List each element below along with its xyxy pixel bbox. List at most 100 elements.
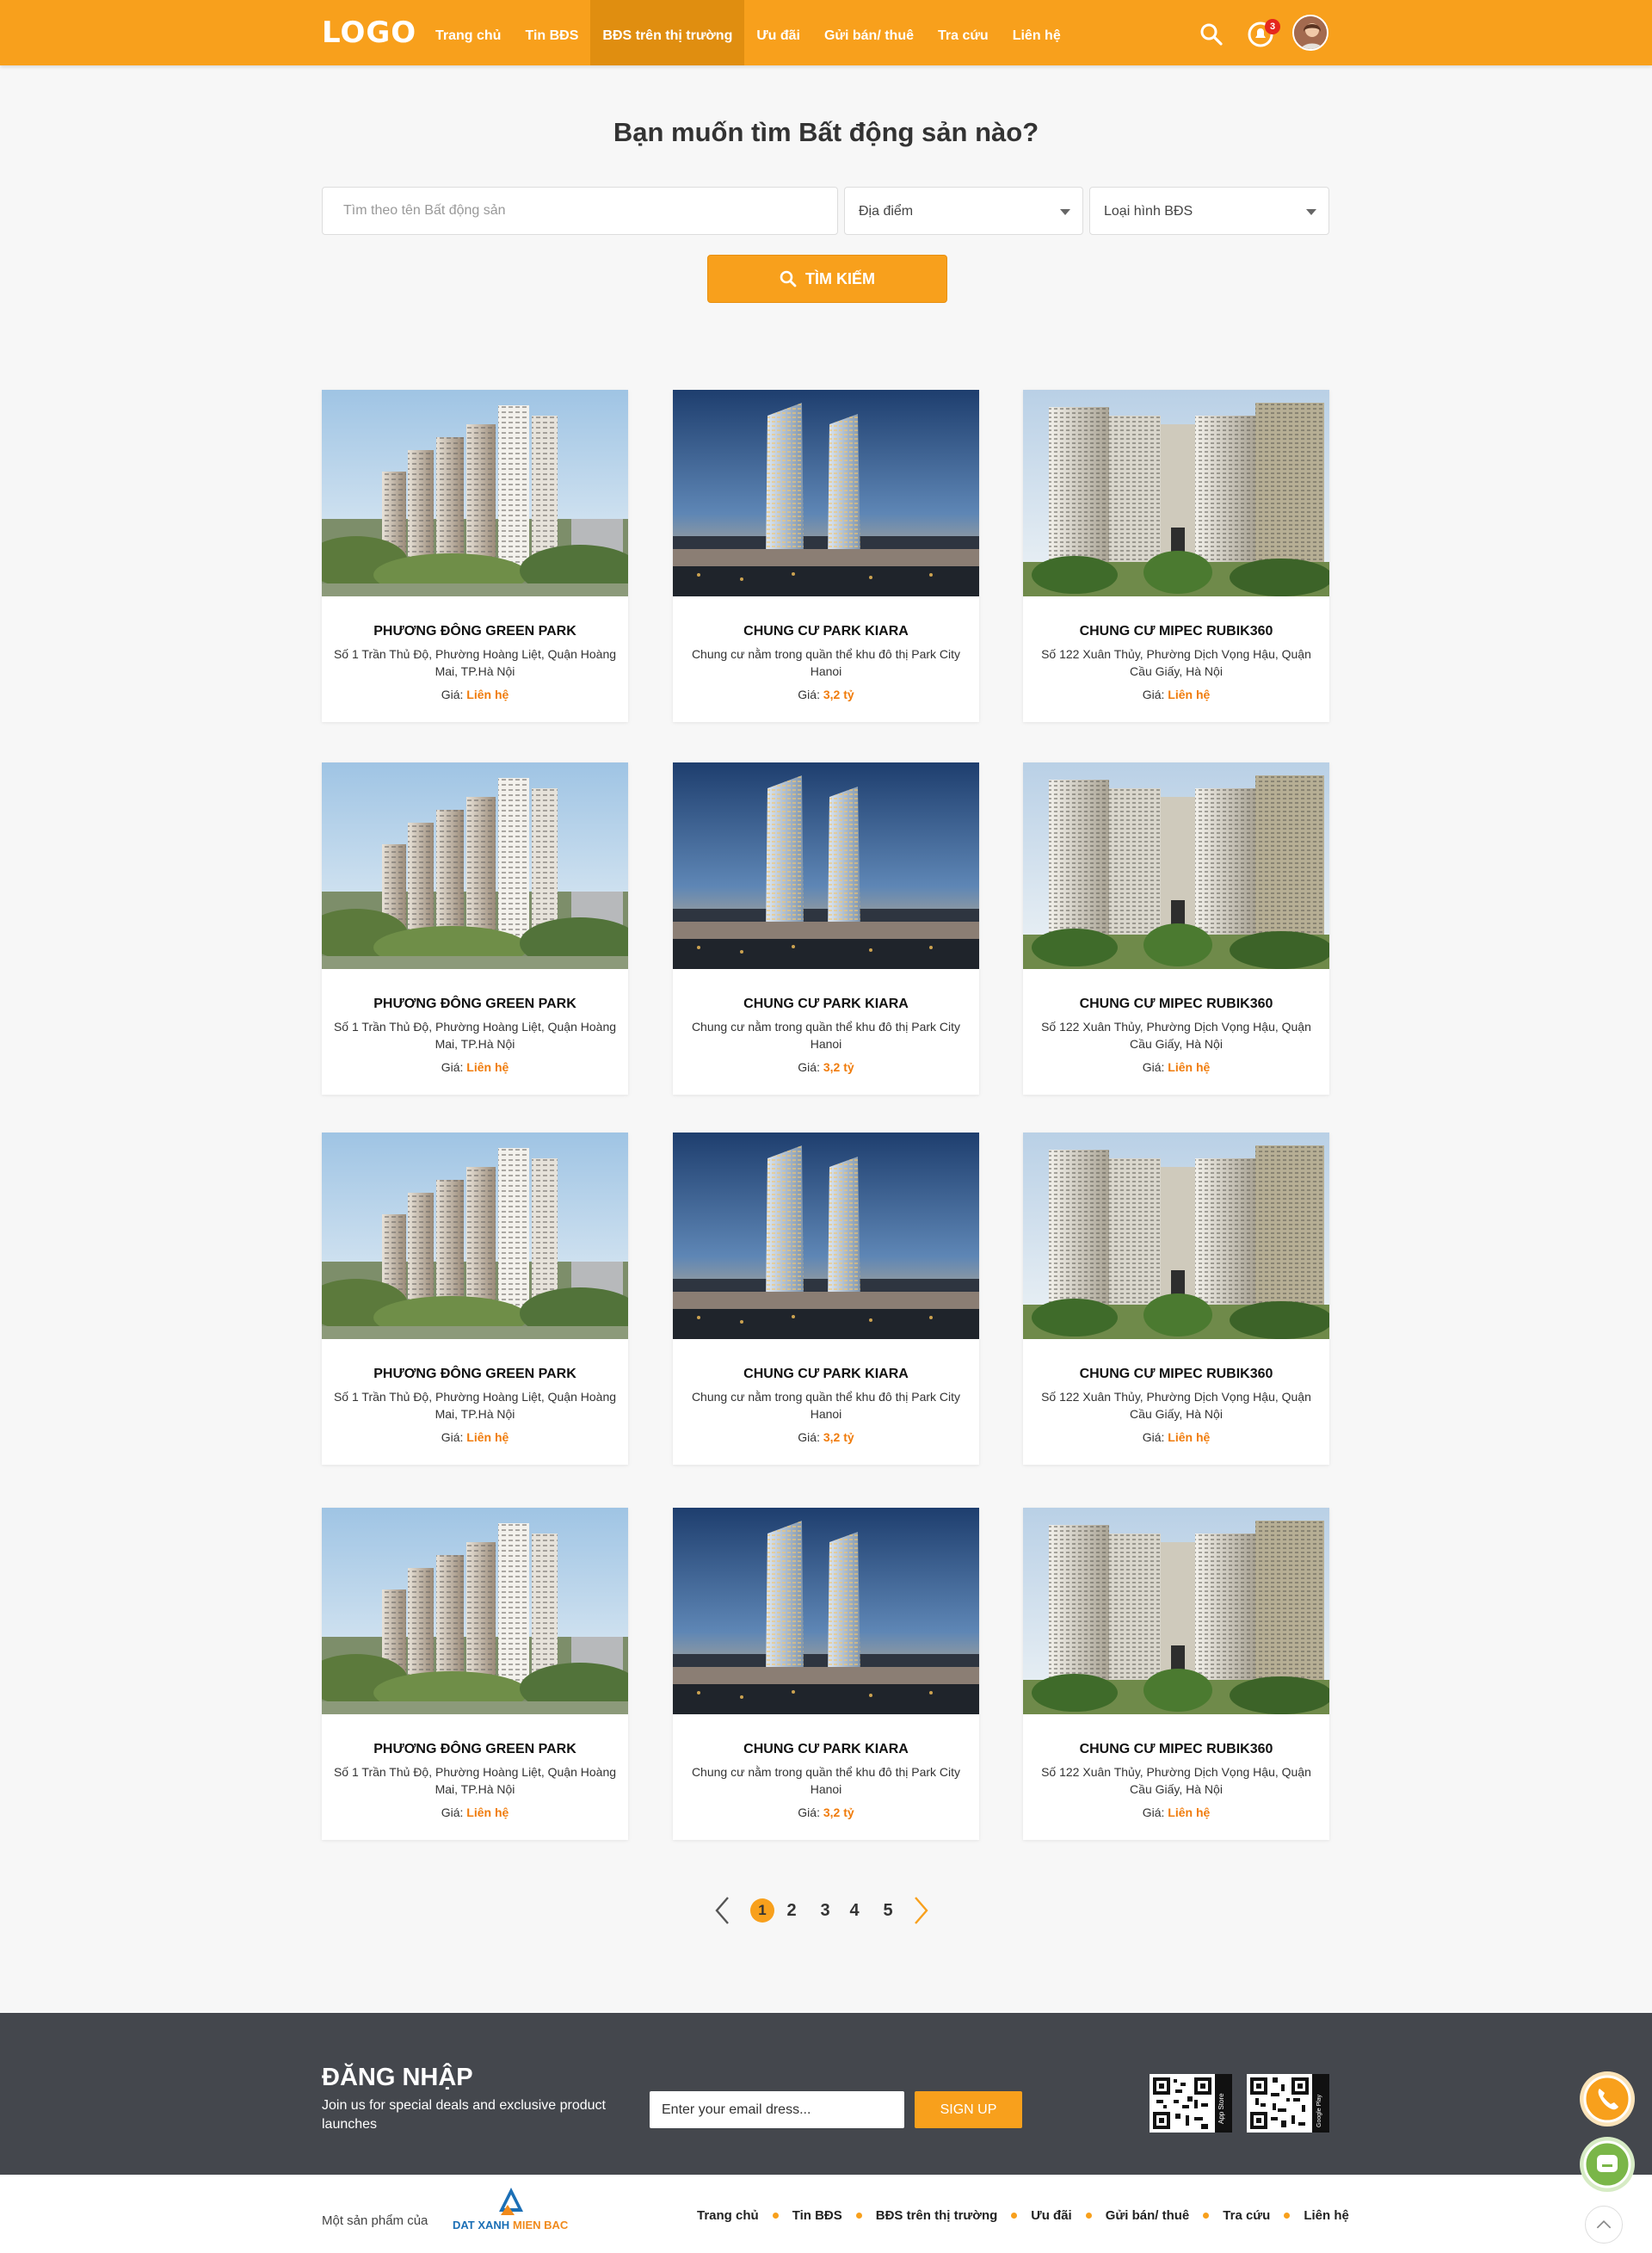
price-label: Giá:: [441, 1060, 464, 1074]
listing-description: Số 1 Trần Thủ Độ, Phường Hoàng Liệt, Quậ…: [333, 647, 617, 678]
listing-price: Giá: 3,2 tỷ: [673, 688, 979, 701]
location-select-label: Địa điểm: [859, 204, 914, 219]
chevron-right-icon[interactable]: [912, 1895, 931, 1926]
separator-dot: [1284, 2213, 1291, 2219]
price-value: 3,2 tỷ: [823, 1430, 854, 1444]
listing-name[interactable]: PHƯƠNG ĐÔNG GREEN PARK: [322, 1742, 628, 1757]
main-nav: Trang chủ Tin BĐS BĐS trên thị trường Ưu…: [423, 0, 1073, 65]
nav-item-market[interactable]: BĐS trên thị trường: [590, 0, 745, 65]
footer-nav-market[interactable]: BĐS trên thị trường: [876, 2208, 998, 2223]
google-play-qr[interactable]: Google Play: [1247, 2074, 1329, 2133]
footer-nav-deals[interactable]: Ưu đãi: [1031, 2208, 1071, 2223]
page-link-1[interactable]: 1: [750, 1898, 774, 1923]
listing-name[interactable]: CHUNG CƯ MIPEC RUBIK360: [1023, 1742, 1329, 1757]
listing-image[interactable]: [1023, 762, 1329, 969]
listing-card[interactable]: PHƯƠNG ĐÔNG GREEN PARK Số 1 Trần Thủ Độ, …: [322, 762, 628, 1095]
listing-name[interactable]: CHUNG CƯ PARK KIARA: [673, 1742, 979, 1757]
page-link-3[interactable]: 3: [818, 1898, 832, 1923]
listing-description: Số 122 Xuân Thủy, Phường Dịch Vọng Hậu, …: [1041, 1390, 1311, 1421]
brand-logo[interactable]: DAT XANH MIEN BAC: [451, 2186, 571, 2238]
footer-nav-lookup[interactable]: Tra cứu: [1223, 2208, 1270, 2223]
listing-card[interactable]: PHƯƠNG ĐÔNG GREEN PARK Số 1 Trần Thủ Độ, …: [322, 1508, 628, 1840]
listing-name[interactable]: CHUNG CƯ PARK KIARA: [673, 997, 979, 1012]
listing-card[interactable]: CHUNG CƯ MIPEC RUBIK360 Số 122 Xuân Thủy,…: [1023, 390, 1329, 722]
email-field[interactable]: [650, 2091, 904, 2128]
separator-dot: [1011, 2213, 1018, 2219]
separator-dot: [855, 2213, 862, 2219]
search-icon[interactable]: [1199, 22, 1224, 46]
price-label: Giá:: [1142, 1430, 1165, 1444]
listing-card[interactable]: CHUNG CƯ MIPEC RUBIK360 Số 122 Xuân Thủy,…: [1023, 1133, 1329, 1465]
listing-name[interactable]: CHUNG CƯ MIPEC RUBIK360: [1023, 997, 1329, 1012]
search-button[interactable]: TÌM KIẾM: [707, 255, 947, 303]
listing-image[interactable]: [1023, 390, 1329, 596]
page-link-5[interactable]: 5: [881, 1898, 895, 1923]
listing-image[interactable]: [673, 762, 979, 969]
footer-title: ĐĂNG NHẬP: [322, 2064, 473, 2091]
separator-dot: [1085, 2213, 1092, 2219]
footer-nav-contact[interactable]: Liên hệ: [1304, 2208, 1349, 2223]
separator-dot: [772, 2213, 779, 2219]
footer-nav-home[interactable]: Trang chủ: [697, 2208, 759, 2223]
listing-price: Giá: Liên hệ: [1023, 1060, 1329, 1074]
nav-item-news[interactable]: Tin BĐS: [513, 0, 590, 65]
listing-card[interactable]: CHUNG CƯ MIPEC RUBIK360 Số 122 Xuân Thủy,…: [1023, 1508, 1329, 1840]
listing-name[interactable]: CHUNG CƯ MIPEC RUBIK360: [1023, 1367, 1329, 1382]
listing-card[interactable]: CHUNG CƯ PARK KIARA Chung cư nằm trong qu…: [673, 1508, 979, 1840]
page-link-4[interactable]: 4: [848, 1898, 861, 1923]
nav-item-home[interactable]: Trang chủ: [423, 0, 513, 65]
listing-image[interactable]: [1023, 1508, 1329, 1714]
search-input[interactable]: [322, 187, 838, 235]
listing-card[interactable]: CHUNG CƯ PARK KIARA Chung cư nằm trong qu…: [673, 762, 979, 1095]
price-value: Liên hệ: [466, 1060, 509, 1074]
listing-card[interactable]: PHƯƠNG ĐÔNG GREEN PARK Số 1 Trần Thủ Độ, …: [322, 1133, 628, 1465]
price-label: Giá:: [441, 688, 464, 701]
chevron-left-icon[interactable]: [712, 1895, 731, 1926]
listing-card[interactable]: PHƯƠNG ĐÔNG GREEN PARK Số 1 Trần Thủ Độ, …: [322, 390, 628, 722]
chat-icon[interactable]: [1579, 2136, 1636, 2193]
listing-name[interactable]: CHUNG CƯ MIPEC RUBIK360: [1023, 624, 1329, 639]
footer-nav-submit[interactable]: Gửi bán/ thuê: [1106, 2208, 1190, 2223]
listing-description: Chung cư nằm trong quần thể khu đô thị P…: [691, 1020, 961, 1051]
listing-image[interactable]: [1023, 1133, 1329, 1339]
avatar[interactable]: [1292, 15, 1328, 51]
nav-item-deals[interactable]: Ưu đãi: [744, 0, 812, 65]
site-logo[interactable]: LOGO: [322, 15, 416, 50]
location-select[interactable]: Địa điểm: [844, 187, 1083, 235]
phone-icon[interactable]: [1579, 2071, 1636, 2127]
listing-image[interactable]: [673, 390, 979, 596]
listing-image[interactable]: [322, 1508, 628, 1714]
listing-card[interactable]: CHUNG CƯ PARK KIARA Chung cư nằm trong qu…: [673, 1133, 979, 1465]
footer-nav: Trang chủ Tin BĐS BĐS trên thị trường Ưu…: [697, 2208, 1349, 2223]
price-label: Giá:: [1142, 1805, 1165, 1819]
search-button-label: TÌM KIẾM: [805, 269, 875, 287]
chevron-up-icon[interactable]: [1585, 2206, 1623, 2244]
listing-name[interactable]: CHUNG CƯ PARK KIARA: [673, 624, 979, 639]
price-label: Giá:: [798, 688, 820, 701]
listing-description: Số 122 Xuân Thủy, Phường Dịch Vọng Hậu, …: [1041, 1020, 1311, 1051]
page-link-2[interactable]: 2: [785, 1898, 798, 1923]
listing-image[interactable]: [673, 1133, 979, 1339]
listing-image[interactable]: [322, 390, 628, 596]
listing-name[interactable]: PHƯƠNG ĐÔNG GREEN PARK: [322, 997, 628, 1012]
type-select[interactable]: Loại hình BĐS: [1089, 187, 1329, 235]
nav-item-lookup[interactable]: Tra cứu: [926, 0, 1001, 65]
footer-nav-news[interactable]: Tin BĐS: [792, 2208, 842, 2223]
listing-name[interactable]: CHUNG CƯ PARK KIARA: [673, 1367, 979, 1382]
price-value: Liên hệ: [1168, 688, 1211, 701]
price-value: Liên hệ: [466, 1805, 509, 1819]
listing-image[interactable]: [322, 1133, 628, 1339]
notification-badge: 3: [1265, 19, 1280, 34]
listing-description: Số 1 Trần Thủ Độ, Phường Hoàng Liệt, Quậ…: [333, 1390, 617, 1421]
app-store-qr[interactable]: App Store: [1150, 2074, 1232, 2133]
listing-card[interactable]: CHUNG CƯ MIPEC RUBIK360 Số 122 Xuân Thủy,…: [1023, 762, 1329, 1095]
nav-item-submit[interactable]: Gửi bán/ thuê: [812, 0, 926, 65]
signup-button[interactable]: SIGN UP: [915, 2091, 1022, 2128]
listing-name[interactable]: PHƯƠNG ĐÔNG GREEN PARK: [322, 1367, 628, 1382]
listing-image[interactable]: [673, 1508, 979, 1714]
listing-image[interactable]: [322, 762, 628, 969]
listing-card[interactable]: CHUNG CƯ PARK KIARA Chung cư nằm trong qu…: [673, 390, 979, 722]
listing-name[interactable]: PHƯƠNG ĐÔNG GREEN PARK: [322, 624, 628, 639]
price-label: Giá:: [1142, 1060, 1165, 1074]
nav-item-contact[interactable]: Liên hệ: [1001, 0, 1073, 65]
